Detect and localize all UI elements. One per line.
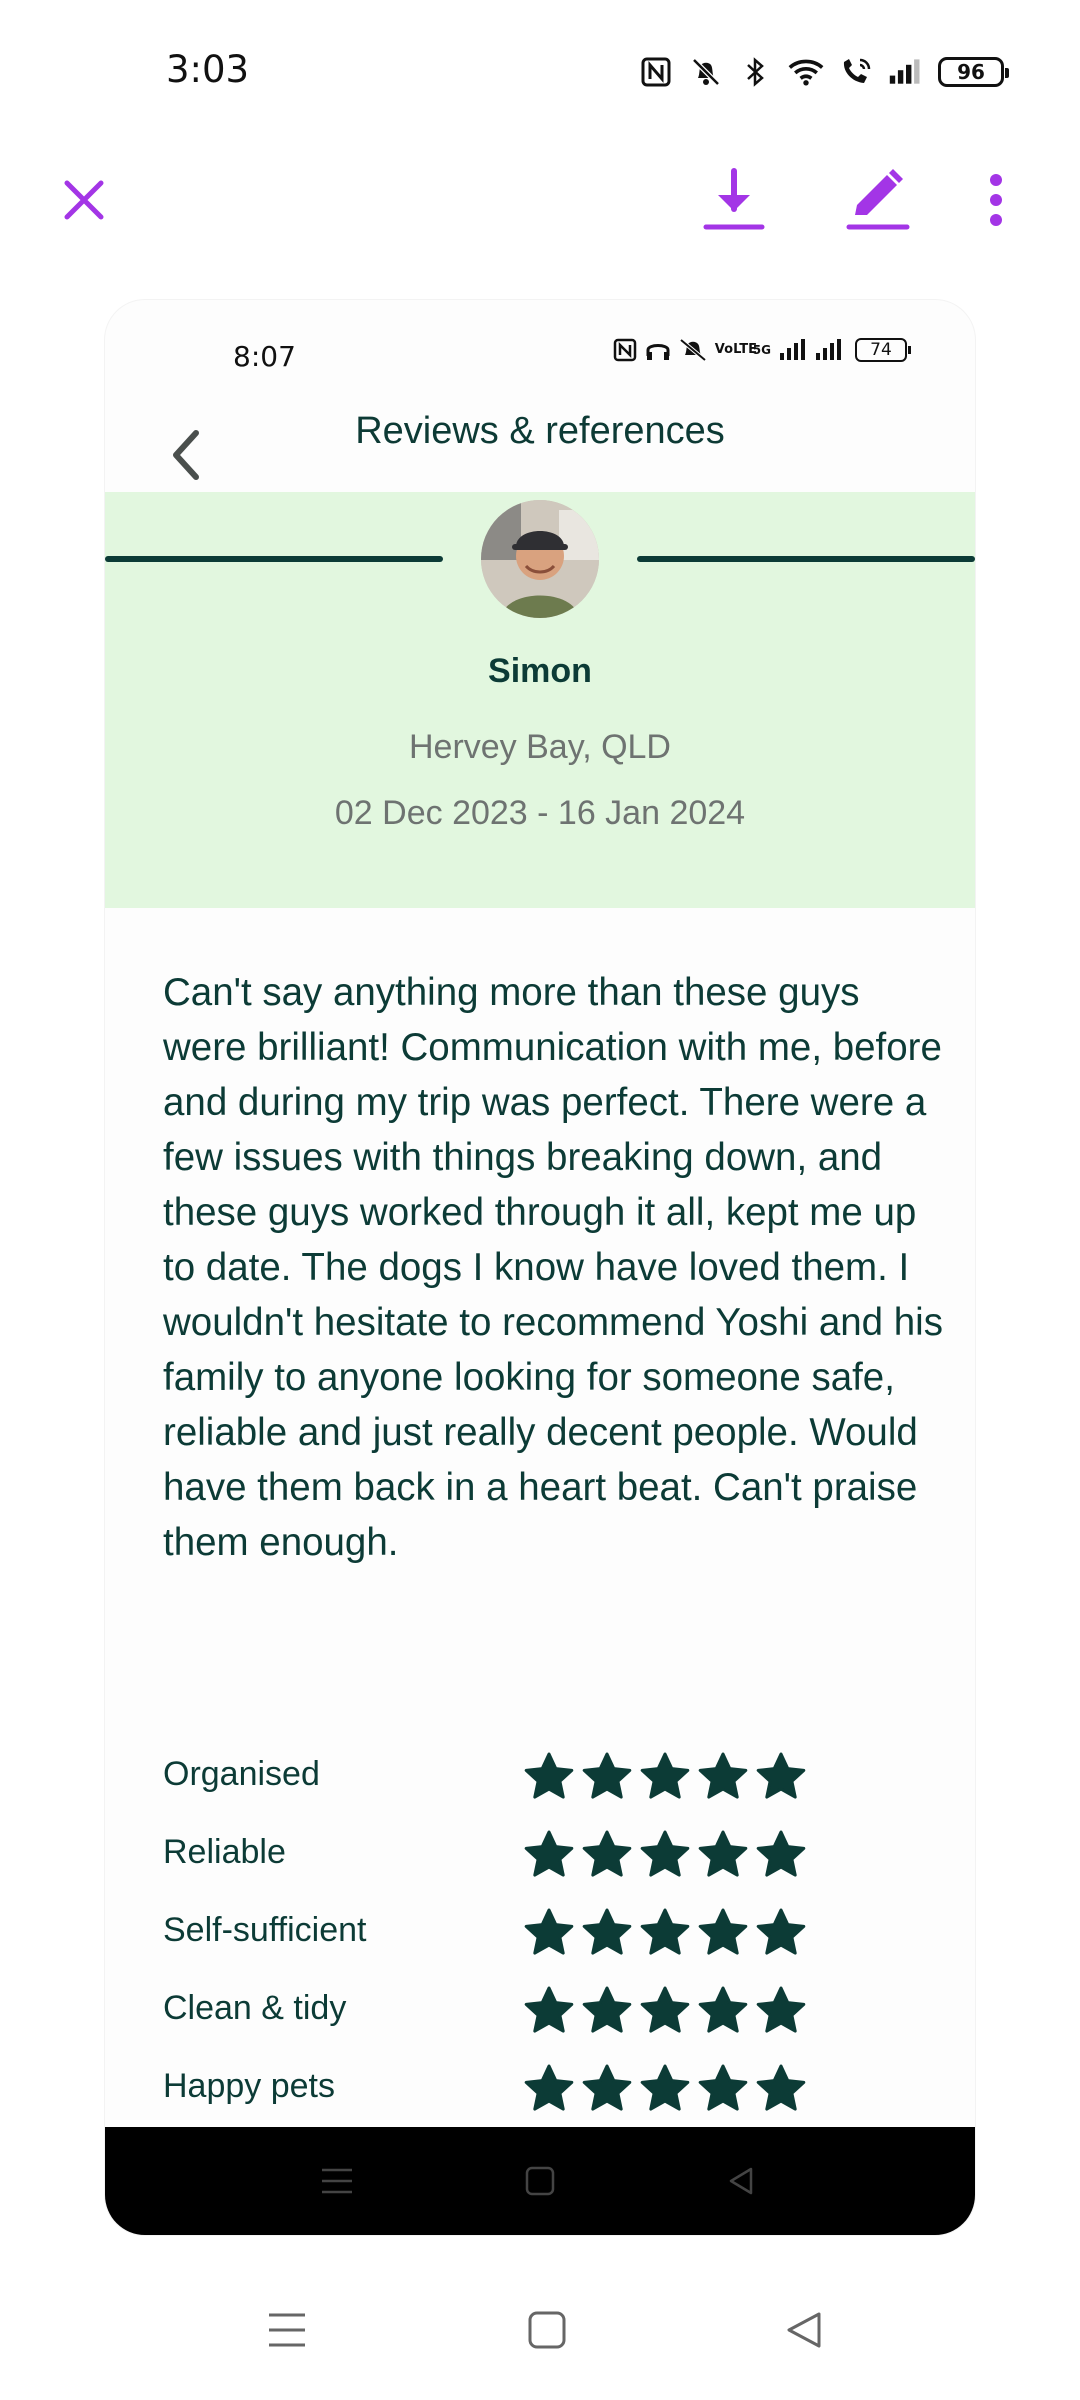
star-icon [698, 1752, 748, 1799]
screenshot-preview: 8:07 VoLTE 5G 74 Reviews & references Si… [105, 300, 975, 2235]
inner-status-icons: VoLTE 5G 74 [613, 338, 911, 362]
status-icons: 96 [638, 50, 1009, 94]
star-icon [640, 1908, 690, 1955]
rating-label: Happy pets [163, 2067, 335, 2105]
back-button-system[interactable] [774, 2300, 834, 2360]
home-square-icon [528, 2311, 566, 2349]
star-icon [698, 1986, 748, 2033]
more-options-button[interactable] [966, 158, 1026, 242]
back-triangle-icon [787, 2312, 821, 2348]
star-icon [698, 2064, 748, 2111]
signal-icon [780, 339, 805, 360]
star-rating [523, 1985, 807, 2037]
reviewer-location: Hervey Bay, QLD [408, 728, 671, 766]
avatar[interactable] [481, 500, 599, 618]
close-icon [64, 180, 104, 220]
edit-button[interactable] [836, 158, 920, 242]
inner-menu-button[interactable] [313, 2157, 361, 2205]
edit-icon [846, 169, 910, 230]
star-icon [698, 1908, 748, 1955]
rating-row: Clean & tidy [163, 1979, 923, 2057]
star-icon [756, 1908, 806, 1955]
star-icon [640, 2064, 690, 2111]
rating-row: Reliable [163, 1823, 923, 1901]
star-icon [582, 1908, 632, 1955]
home-button[interactable] [517, 2300, 577, 2360]
star-rating [523, 1829, 807, 1881]
more-vert-icon [990, 174, 1002, 226]
bluetooth-icon [738, 54, 774, 90]
review-text: Can't say anything more than these guys … [163, 971, 943, 1564]
system-navigation-bar [0, 2280, 1080, 2400]
star-icon [756, 1830, 806, 1877]
star-icon [524, 1908, 574, 1955]
rating-label: Reliable [163, 1833, 286, 1871]
star-icon [582, 2064, 632, 2111]
star-icon [640, 1986, 690, 2033]
star-icon [524, 2064, 574, 2111]
star-icon [640, 1830, 690, 1877]
star-icon [582, 1830, 632, 1877]
rating-row: Organised [163, 1745, 923, 1823]
signal-2-icon [816, 339, 841, 360]
star-icon [756, 1752, 806, 1799]
outer-status-bar: 3:03 96 [0, 0, 1080, 150]
inner-home-button[interactable] [516, 2157, 564, 2205]
star-icon [524, 1830, 574, 1877]
rating-label: Self-sufficient [163, 1911, 367, 1949]
battery-indicator: 96 [938, 57, 1009, 87]
inner-status-bar: 8:07 VoLTE 5G 74 [105, 300, 975, 410]
recents-button[interactable] [257, 2300, 317, 2360]
bell-off-icon [688, 54, 724, 90]
avatar-photo [481, 500, 599, 618]
star-icon [756, 1986, 806, 2033]
download-button[interactable] [692, 158, 776, 242]
headphones-icon [646, 344, 670, 360]
divider-line-right [637, 556, 975, 562]
close-button[interactable] [48, 164, 120, 236]
status-time: 3:03 [166, 48, 250, 91]
nfc-icon [638, 54, 674, 90]
star-icon [582, 1752, 632, 1799]
menu-icon [269, 2313, 305, 2347]
bell-off-icon [679, 338, 707, 362]
inner-back-button[interactable] [717, 2157, 765, 2205]
menu-icon [322, 2168, 352, 2194]
page-header: Reviews & references [105, 400, 975, 492]
profile-section: Simon Hervey Bay, QLD 02 Dec 2023 - 16 J… [105, 492, 975, 908]
star-rating [523, 1751, 807, 1803]
inner-status-time: 8:07 [233, 340, 296, 373]
divider-line-left [105, 556, 443, 562]
signal-icon [888, 54, 924, 90]
star-icon [640, 1752, 690, 1799]
reviewer-name: Simon [488, 652, 592, 690]
rating-label: Organised [163, 1755, 320, 1793]
page-title: Reviews & references [355, 410, 725, 452]
nfc-icon [613, 338, 637, 362]
star-icon [698, 1830, 748, 1877]
star-icon [582, 1986, 632, 2033]
star-icon [524, 1752, 574, 1799]
network-label: 5G [752, 343, 771, 357]
ratings-list: Organised Reliable Self-sufficient Clean… [163, 1745, 923, 2135]
stay-dates: 02 Dec 2023 - 16 Jan 2024 [334, 794, 746, 832]
inner-battery-indicator: 74 [855, 338, 911, 362]
download-icon [703, 168, 765, 230]
wifi-icon [788, 54, 824, 90]
viewer-toolbar [0, 150, 1080, 290]
rating-label: Clean & tidy [163, 1989, 347, 2027]
rating-row: Self-sufficient [163, 1901, 923, 1979]
rating-row: Happy pets [163, 2057, 923, 2135]
star-icon [756, 2064, 806, 2111]
wifi-calling-icon [838, 54, 874, 90]
back-triangle-icon [729, 2167, 753, 2195]
inner-navigation-bar [105, 2127, 975, 2235]
star-icon [524, 1986, 574, 2033]
star-rating [523, 2063, 807, 2115]
home-square-icon [525, 2166, 555, 2196]
star-rating [523, 1907, 807, 1959]
volte-label: VoLTE [714, 342, 757, 357]
